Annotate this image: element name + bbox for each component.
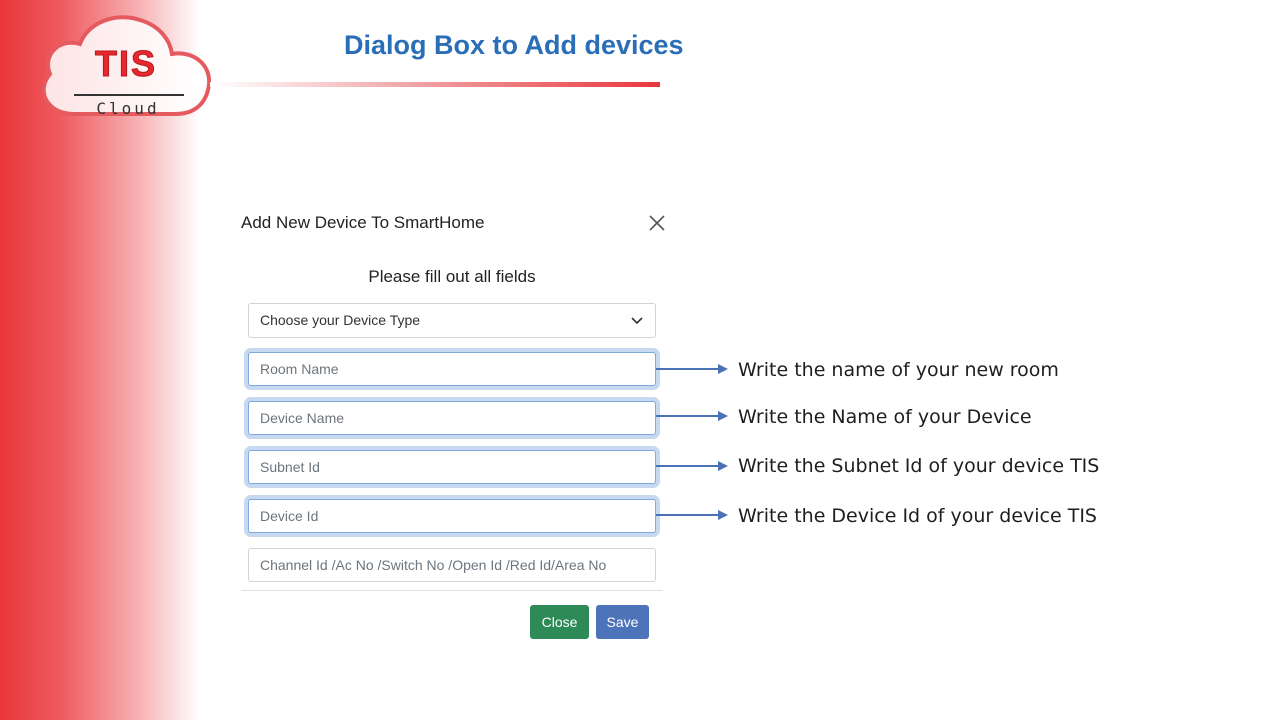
dialog-footer-divider [241,590,663,591]
device-type-select-value: Choose your Device Type [260,312,421,328]
arrow-right-icon [656,411,728,421]
title-underline [210,82,660,87]
annotation-device-name: Write the Name of your Device [738,406,1032,428]
annotation-subnet-id: Write the Subnet Id of your device TIS [738,455,1100,477]
close-button[interactable]: Close [530,605,589,639]
room-name-input[interactable] [248,352,656,386]
subnet-id-input[interactable] [248,450,656,484]
channel-id-input[interactable] [248,548,656,582]
arrow-right-icon [656,364,728,374]
tis-cloud-logo: TIS Cloud [36,10,216,122]
logo-subtext: Cloud [96,99,160,118]
add-device-dialog: Add New Device To SmartHome Please fill … [229,195,669,655]
slide-title: Dialog Box to Add devices [344,30,684,60]
logo-brand-text: TIS [94,43,157,84]
device-name-input[interactable] [248,401,656,435]
arrow-right-icon [656,461,728,471]
save-button[interactable]: Save [596,605,649,639]
close-icon[interactable] [647,213,667,233]
logo-divider [74,94,184,96]
arrow-right-icon [656,510,728,520]
dialog-title: Add New Device To SmartHome [241,213,485,232]
annotation-device-id: Write the Device Id of your device TIS [738,505,1097,527]
dialog-subtitle: Please fill out all fields [368,267,536,286]
chevron-down-icon [631,317,643,325]
annotation-room-name: Write the name of your new room [738,359,1059,381]
device-id-input[interactable] [248,499,656,533]
device-type-select[interactable]: Choose your Device Type [248,303,656,338]
